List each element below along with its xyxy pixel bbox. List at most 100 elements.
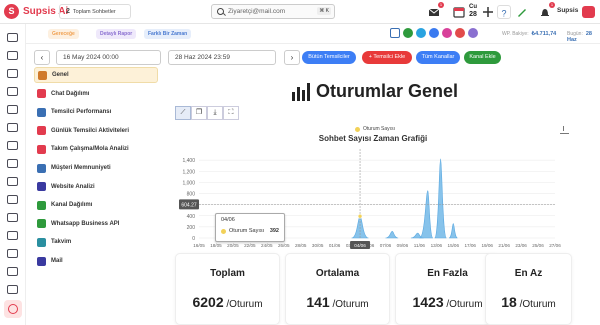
sidebar-item-10[interactable]: Mail: [34, 253, 158, 269]
fullscreen-icon[interactable]: ⛶: [223, 106, 239, 120]
sidebar-item-3[interactable]: Günlük Temsilci Aktiviteleri: [34, 123, 158, 139]
x-tick-label: 17/06: [464, 243, 476, 248]
x-tick-label: 23/06: [515, 243, 527, 248]
sidebar-item-label: Mail: [51, 258, 63, 264]
x-tick-label: 19/06: [481, 243, 493, 248]
tooltip-date: 04/06: [221, 217, 235, 223]
user-name[interactable]: Supsis: [557, 7, 578, 14]
rail-document-icon[interactable]: [7, 141, 18, 150]
rail-mail-icon[interactable]: [7, 87, 18, 96]
whatsapp-icon[interactable]: [403, 28, 413, 38]
chart-download-icon[interactable]: [560, 126, 569, 134]
x-tick-label: 15/06: [448, 243, 460, 248]
add-agent-button[interactable]: + Temsilci Ekle: [362, 51, 412, 64]
tooltip-value: 392: [269, 228, 279, 234]
search-placeholder: Ziyaretçi@mail.com: [228, 8, 286, 15]
total-chats-indicator[interactable]: 2 Toplam Sohbetler: [59, 4, 131, 19]
wifi-icon: [37, 126, 46, 136]
stat-card-min: En Az 18 /Oturum: [485, 253, 572, 325]
stat-unit: /Oturum: [516, 299, 556, 310]
notification-bell-icon[interactable]: 1: [538, 2, 555, 19]
stat-title: En Fazla: [427, 268, 468, 279]
sidebar-item-5[interactable]: Müşteri Memnuniyeti: [34, 160, 158, 176]
sidebar-item-8[interactable]: Whatsapp Business API: [34, 216, 158, 232]
prev-range-button[interactable]: ‹: [34, 50, 50, 65]
stat-title: En Az: [514, 268, 543, 279]
telegram-icon[interactable]: [416, 28, 426, 38]
timer-icon: [37, 144, 46, 154]
rail-users-icon[interactable]: [7, 177, 18, 186]
page-title-text: Oturumlar Genel: [316, 80, 459, 101]
sidebar-item-0[interactable]: Genel: [34, 67, 158, 83]
sidebar-item-9[interactable]: Takvim: [34, 234, 158, 250]
x-tick-label: 13/06: [431, 243, 443, 248]
help-icon[interactable]: ?: [497, 5, 511, 19]
sidebar-item-label: Genel: [52, 72, 69, 78]
stat-card-average: Ortalama 141 /Oturum: [285, 253, 390, 325]
user-menu-toggle[interactable]: [582, 6, 595, 18]
date-widget[interactable]: Cu 28: [469, 4, 477, 18]
sidebar-item-1[interactable]: Chat Dağılımı: [34, 86, 158, 102]
chart-toolbar: ⟋ ❐ ⤓ ⛶: [175, 106, 239, 120]
stat-title: Ortalama: [315, 268, 360, 279]
settings-channel-icon[interactable]: [390, 28, 400, 38]
sidebar-item-4[interactable]: Takım Çalışma/Mola Analizi: [34, 141, 158, 157]
rail-refresh-icon[interactable]: [7, 33, 18, 42]
all-agents-button[interactable]: Bütün Temsilciler: [302, 51, 356, 64]
instagram-icon[interactable]: [442, 28, 452, 38]
line-chart-toggle-icon[interactable]: ⟋: [175, 106, 191, 120]
sidebar-item-label: Temsilci Performansı: [51, 109, 112, 116]
next-range-button[interactable]: ›: [284, 50, 300, 65]
rail-notes-icon[interactable]: [7, 69, 18, 78]
tooltip-swatch: [221, 228, 226, 234]
area-spike: [385, 231, 399, 239]
stat-value: 141: [306, 294, 330, 310]
chip-gerecege[interactable]: Gereceğe: [48, 29, 79, 39]
rail-activity-icon[interactable]: [7, 213, 18, 222]
rail-chat-icon[interactable]: [7, 51, 18, 60]
stat-value-line: 18 /Oturum: [486, 294, 571, 310]
search-input[interactable]: Ziyaretçi@mail.com ⌘ K: [211, 4, 335, 19]
all-channels-button[interactable]: Tüm Kanallar: [416, 51, 460, 64]
start-date-input[interactable]: 16 May 2024 00:00: [56, 50, 161, 65]
plus-icon[interactable]: [481, 5, 495, 19]
area-spike: [419, 190, 434, 239]
chart-legend[interactable]: Oturum Sayısı: [355, 126, 395, 132]
area-spike: [448, 223, 458, 239]
sidebar-item-6[interactable]: Website Analizi: [34, 179, 158, 195]
stat-title: Toplam: [210, 268, 245, 279]
mail-icon[interactable]: 1: [427, 2, 444, 19]
rail-table-icon[interactable]: [7, 123, 18, 132]
email-channel-icon[interactable]: [455, 28, 465, 38]
rail-profile-icon[interactable]: [7, 195, 18, 204]
rail-list-icon[interactable]: [7, 105, 18, 114]
rail-grid-icon[interactable]: [7, 231, 18, 240]
whatsapp-icon: [37, 219, 46, 229]
stat-value-line: 141 /Oturum: [286, 294, 389, 310]
add-channel-button[interactable]: Kanal Ekle: [464, 51, 501, 64]
end-date-input[interactable]: 28 Haz 2024 23:59: [168, 50, 276, 65]
sidebar-item-2[interactable]: Temsilci Performansı: [34, 104, 158, 120]
rail-integrations-icon[interactable]: [7, 285, 18, 294]
calendar-icon: [37, 237, 46, 247]
y-tick-label: 1,400: [182, 158, 195, 164]
download-icon[interactable]: ⤓: [207, 106, 223, 120]
sidebar-item-7[interactable]: Kanal Dağılımı: [34, 197, 158, 213]
x-tick-label: 11/06: [414, 243, 426, 248]
chip-detailed-report[interactable]: Detaylı Rapor: [96, 29, 137, 39]
rail-box-icon[interactable]: [7, 159, 18, 168]
chart-title: Sohbet Sayısı Zaman Grafiği: [318, 134, 428, 143]
date-day-label: Cu: [469, 4, 477, 10]
copy-icon[interactable]: ❐: [191, 106, 207, 120]
sidebar-item-label: Whatsapp Business API: [51, 220, 120, 227]
chip-different-time[interactable]: Farklı Bir Zaman: [144, 29, 192, 39]
calendar-icon[interactable]: [452, 5, 466, 19]
edit-icon[interactable]: [515, 5, 529, 19]
mail-badge: 1: [438, 2, 444, 8]
rail-settings-icon[interactable]: [7, 249, 18, 258]
rail-reports-icon[interactable]: [4, 300, 22, 318]
messenger-icon[interactable]: [429, 28, 439, 38]
rail-share-icon[interactable]: [7, 267, 18, 276]
smile-icon: [37, 163, 46, 173]
web-channel-icon[interactable]: [468, 28, 478, 38]
